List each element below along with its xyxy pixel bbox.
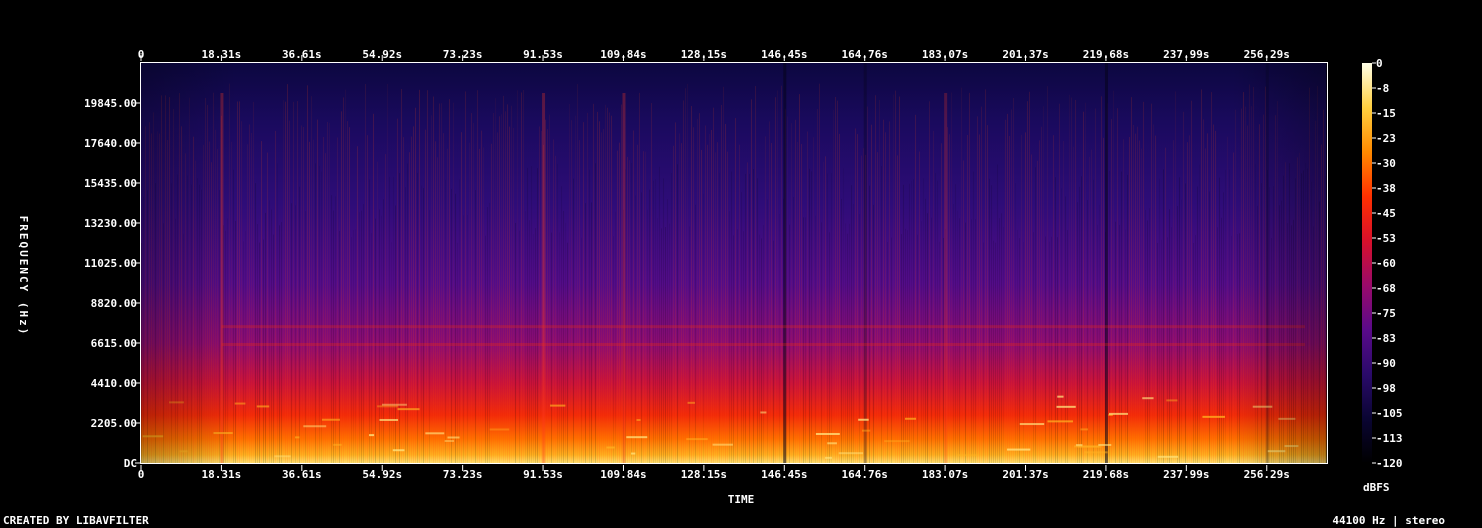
- x-tick-label: 0: [138, 48, 145, 61]
- colorbar-ticks: 0 -8 -15 -23 -30 -38 -45 -53 -60 -68 -75 -83 -90 -98 -…: [1372, 57, 1403, 470]
- x-tick-label: 146.45s: [761, 48, 807, 61]
- spectrogram-vignette: [141, 63, 1327, 463]
- x-tick-label: 36.61s: [282, 48, 322, 61]
- colorbar-tick-label: -8: [1376, 82, 1389, 95]
- colorbar-tick-label: -23: [1376, 132, 1396, 145]
- x-tick-label: 54.92s: [362, 48, 402, 61]
- x-tick-label: 256.29s: [1244, 48, 1290, 61]
- x-axis-top: 0 18.31s 36.61s 54.92s 73.23s 91.53s 109.84s 12…: [138, 48, 1290, 61]
- x-tick-label: 109.84s: [600, 468, 646, 481]
- colorbar-tick-label: -15: [1376, 107, 1396, 120]
- y-axis: DC 2205.00 4410.00 6615.00 8820.00 11025.00 13…: [84, 97, 140, 470]
- colorbar-tick-label: -120: [1376, 457, 1403, 470]
- x-axis-label: TIME: [728, 493, 755, 506]
- y-tick-label: 19845.00: [84, 97, 137, 110]
- y-axis-label: FREQUENCY (Hz): [17, 216, 30, 337]
- y-tick-label: 15435.00: [84, 177, 137, 190]
- x-tick-label: 73.23s: [443, 48, 483, 61]
- x-tick-label: 18.31s: [202, 468, 242, 481]
- colorbar-tick-label: -90: [1376, 357, 1396, 370]
- y-tick-label: 17640.00: [84, 137, 137, 150]
- colorbar-tick-label: -60: [1376, 257, 1396, 270]
- colorbar-gradient: [1362, 63, 1372, 463]
- footer-credit: CREATED BY LIBAVFILTER: [3, 514, 149, 527]
- x-tick-label: 164.76s: [842, 48, 888, 61]
- x-tick-label: 91.53s: [523, 468, 563, 481]
- x-tick-label: 219.68s: [1083, 48, 1129, 61]
- x-tick-label: 146.45s: [761, 468, 807, 481]
- x-tick-label: 18.31s: [202, 48, 242, 61]
- y-tick-label: 13230.00: [84, 217, 137, 230]
- colorbar-tick-label: -105: [1376, 407, 1403, 420]
- spectrogram-chart: 0 18.31s 36.61s 54.92s 73.23s 91.53s 109.84s 12…: [17, 48, 1403, 506]
- colorbar-tick-label: -98: [1376, 382, 1396, 395]
- colorbar-tick-label: -45: [1376, 207, 1396, 220]
- colorbar-label: dBFS: [1363, 481, 1390, 494]
- x-tick-label: 36.61s: [282, 468, 322, 481]
- spectrogram-plot: [141, 63, 1328, 464]
- x-tick-label: 237.99s: [1163, 468, 1209, 481]
- colorbar-tick-label: -53: [1376, 232, 1396, 245]
- colorbar: 0 -8 -15 -23 -30 -38 -45 -53 -60 -68 -75 -83 -90 -98 -…: [1362, 57, 1403, 494]
- x-tick-label: 201.37s: [1002, 48, 1048, 61]
- y-tick-label: 4410.00: [91, 377, 137, 390]
- x-tick-label: 0: [138, 468, 145, 481]
- y-tick-label: 6615.00: [91, 337, 137, 350]
- x-tick-label: 54.92s: [362, 468, 402, 481]
- colorbar-tick-label: -75: [1376, 307, 1396, 320]
- colorbar-tick-label: -113: [1376, 432, 1403, 445]
- y-tick-label: 2205.00: [91, 417, 137, 430]
- x-tick-label: 91.53s: [523, 48, 563, 61]
- x-tick-label: 73.23s: [443, 468, 483, 481]
- x-tick-label: 183.07s: [922, 468, 968, 481]
- x-tick-label: 201.37s: [1002, 468, 1048, 481]
- x-tick-label: 219.68s: [1083, 468, 1129, 481]
- y-tick-label: DC: [124, 457, 137, 470]
- y-tick-label: 8820.00: [91, 297, 137, 310]
- x-tick-label: 109.84s: [600, 48, 646, 61]
- x-tick-label: 164.76s: [842, 468, 888, 481]
- x-tick-label: 237.99s: [1163, 48, 1209, 61]
- colorbar-tick-label: -68: [1376, 282, 1396, 295]
- x-tick-label: 128.15s: [681, 468, 727, 481]
- colorbar-tick-label: -83: [1376, 332, 1396, 345]
- footer-format: 44100 Hz | stereo: [1332, 514, 1445, 527]
- x-tick-label: 256.29s: [1244, 468, 1290, 481]
- colorbar-tick-label: 0: [1376, 57, 1383, 70]
- colorbar-tick-label: -38: [1376, 182, 1396, 195]
- y-tick-label: 11025.00: [84, 257, 137, 270]
- x-axis-bottom: 0 18.31s 36.61s 54.92s 73.23s 91.53s 109.84s 12…: [138, 465, 1290, 481]
- x-tick-label: 183.07s: [922, 48, 968, 61]
- x-tick-label: 128.15s: [681, 48, 727, 61]
- colorbar-tick-label: -30: [1376, 157, 1396, 170]
